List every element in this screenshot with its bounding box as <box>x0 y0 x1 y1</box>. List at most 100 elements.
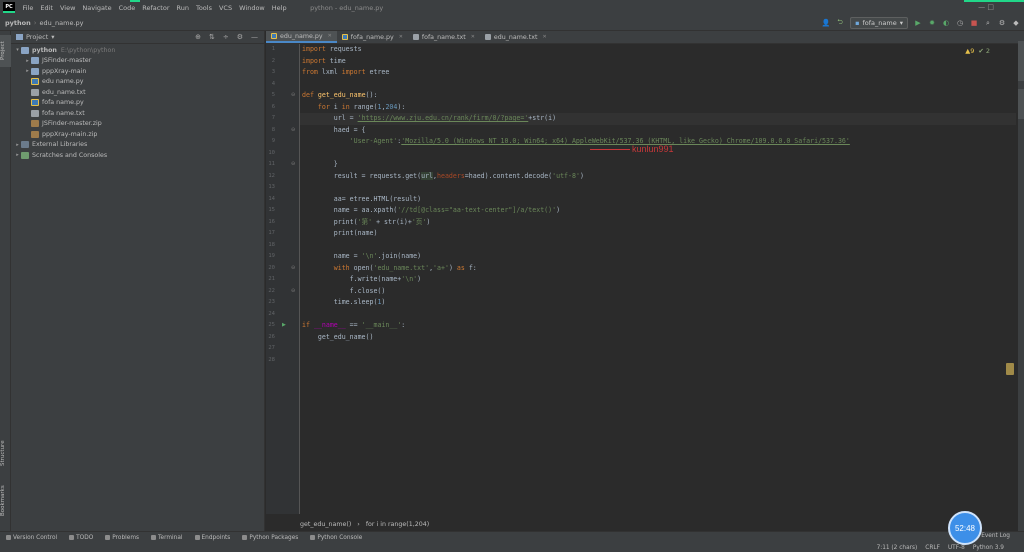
chevron-down-icon[interactable]: ▾ <box>51 33 54 41</box>
line-separator[interactable]: CRLF <box>925 545 940 551</box>
menu-refactor[interactable]: Refactor <box>139 4 173 12</box>
breadcrumb-loop[interactable]: for i in range(1,204) <box>366 521 429 528</box>
python-interpreter[interactable]: Python 3.9 <box>973 545 1004 551</box>
nav-file[interactable]: edu_name.py <box>40 19 84 27</box>
run-icon[interactable]: ▶ <box>914 19 922 27</box>
fold-icon[interactable]: ⊖ <box>291 92 295 98</box>
back-arrow-icon[interactable]: ⮌ <box>836 18 844 27</box>
code-line[interactable]: import time <box>302 56 346 68</box>
search-icon[interactable]: ⌕ <box>984 19 992 27</box>
tool-window-terminal[interactable]: Terminal <box>151 535 183 541</box>
expand-arrow-icon[interactable]: ▸ <box>14 152 21 158</box>
coverage-icon[interactable]: ◐ <box>942 19 950 27</box>
menu-file[interactable]: File <box>19 4 37 12</box>
code-line[interactable]: f.write(name+'\n') <box>302 274 422 286</box>
tree-item[interactable]: edu name.py <box>11 77 264 88</box>
minimize-icon[interactable]: — <box>251 33 258 41</box>
code-line[interactable]: name = aa.xpath('//td[@class="aa-text-ce… <box>302 205 560 217</box>
code-line[interactable]: } <box>302 159 338 171</box>
editor-tab[interactable]: edu_name.txt ✕ <box>480 31 552 43</box>
stop-icon[interactable]: ■ <box>970 19 978 27</box>
tool-window-version-control[interactable]: Version Control <box>6 535 57 541</box>
settings-icon[interactable]: ⚙ <box>998 19 1006 27</box>
code-line[interactable]: get_edu_name() <box>302 332 374 344</box>
code-line[interactable]: f.close() <box>302 286 386 298</box>
project-tool-tab[interactable]: Project <box>0 35 11 67</box>
collapse-all-icon[interactable]: ⇅ <box>209 33 215 41</box>
run-gutter-icon[interactable]: ▶ <box>282 322 286 328</box>
code-line[interactable]: print('第' + str(i)+'页') <box>302 217 431 229</box>
cursor-position[interactable]: 7:11 (2 chars) <box>877 545 918 551</box>
code-line[interactable]: def get_edu_name(): <box>302 90 377 102</box>
tree-item[interactable]: edu_name.txt <box>11 87 264 98</box>
code-line[interactable]: aa= etree.HTML(result) <box>302 194 421 206</box>
menu-code[interactable]: Code <box>115 4 139 12</box>
close-icon[interactable]: ✕ <box>542 34 546 40</box>
ok-count[interactable]: ✔ 2 <box>978 47 990 55</box>
tree-item[interactable]: ▾ python E:\python\python <box>11 45 264 56</box>
debug-icon[interactable]: ✹ <box>928 19 936 27</box>
tree-item[interactable]: ▸ JSFinder-master <box>11 56 264 67</box>
database-tool-tab[interactable] <box>1018 89 1024 119</box>
fold-icon[interactable]: ⊖ <box>291 288 295 294</box>
code-line[interactable]: result = requests.get(url,headers=haed).… <box>302 171 584 183</box>
warning-count[interactable]: ▲9 <box>965 47 974 55</box>
expand-arrow-icon[interactable]: ▸ <box>24 68 31 74</box>
tree-item[interactable]: JSFinder-master.zip <box>11 119 264 130</box>
code-line[interactable]: 'User-Agent':'Mozilla/5.0 (Windows NT 10… <box>302 136 850 148</box>
menu-tools[interactable]: Tools <box>192 4 215 12</box>
tool-window-python-packages[interactable]: Python Packages <box>242 535 298 541</box>
fold-icon[interactable]: ⊖ <box>291 161 295 167</box>
structure-tool-tab[interactable]: Structure <box>0 435 11 471</box>
code-line[interactable]: from lxml import etree <box>302 67 389 79</box>
tree-item[interactable]: ▸ External Libraries <box>11 140 264 151</box>
breadcrumb-function[interactable]: get_edu_name() <box>300 521 351 528</box>
code-line[interactable]: with open('edu_name.txt','a+') as f: <box>302 263 477 275</box>
code-line[interactable]: import requests <box>302 44 362 56</box>
user-icon[interactable]: 👤 <box>822 19 831 27</box>
inspection-widget[interactable]: ▲9 ✔ 2 <box>965 47 990 55</box>
expand-arrow-icon[interactable]: ▸ <box>24 58 31 64</box>
nav-project[interactable]: python <box>0 19 31 27</box>
locate-icon[interactable]: ⊕ <box>195 33 201 41</box>
notifications-tool-tab[interactable] <box>1018 41 1024 81</box>
tree-item[interactable]: fofa name.txt <box>11 108 264 119</box>
run-config-select[interactable]: ▪ fofa_name ▾ <box>850 17 908 29</box>
jetbrains-icon[interactable]: ◆ <box>1012 19 1020 27</box>
tree-item[interactable]: pppXray-main.zip <box>11 129 264 140</box>
close-icon[interactable]: ✕ <box>471 34 475 40</box>
tree-item[interactable]: ▸ Scratches and Consoles <box>11 150 264 161</box>
menu-edit[interactable]: Edit <box>37 4 57 12</box>
code-line[interactable]: haed = { <box>302 125 366 137</box>
gear-icon[interactable]: ⚙ <box>237 33 243 41</box>
tool-window-todo[interactable]: TODO <box>69 535 93 541</box>
code-line[interactable]: if __name__ == '__main__': <box>302 320 405 332</box>
menu-vcs[interactable]: VCS <box>215 4 235 12</box>
editor-tab[interactable]: edu_name.py ✕ <box>266 31 337 43</box>
menu-view[interactable]: View <box>56 4 78 12</box>
editor-tab[interactable]: fofa_name.py ✕ <box>337 31 408 43</box>
tree-item[interactable]: ▸ pppXray-main <box>11 66 264 77</box>
fold-icon[interactable]: ⊖ <box>291 265 295 271</box>
project-panel-title[interactable]: Project <box>26 33 48 41</box>
expand-arrow-icon[interactable]: ▸ <box>14 142 21 148</box>
code-content[interactable]: import requests import time from lxml impo… <box>300 44 1016 514</box>
menu-navigate[interactable]: Navigate <box>79 4 115 12</box>
expand-icon[interactable]: ÷ <box>223 33 229 41</box>
menu-window[interactable]: Window <box>236 4 269 12</box>
tool-window-python-console[interactable]: Python Console <box>310 535 362 541</box>
close-icon[interactable]: ✕ <box>399 34 403 40</box>
tool-window-endpoints[interactable]: Endpoints <box>194 535 230 541</box>
expand-arrow-icon[interactable]: ▾ <box>14 47 21 53</box>
event-log-button[interactable]: Event Log <box>981 533 1010 539</box>
menu-help[interactable]: Help <box>268 4 290 12</box>
menu-run[interactable]: Run <box>173 4 192 12</box>
code-line[interactable]: for i in range(1,204): <box>302 102 405 114</box>
code-line[interactable]: time.sleep(1) <box>302 297 386 309</box>
profile-icon[interactable]: ◷ <box>956 19 964 27</box>
close-icon[interactable]: ✕ <box>328 33 332 39</box>
fold-icon[interactable]: ⊖ <box>291 127 295 133</box>
bookmarks-tool-tab[interactable]: Bookmarks <box>0 483 11 519</box>
file-encoding[interactable]: UTF-8 <box>948 545 965 551</box>
editor-tab[interactable]: fofa_name.txt ✕ <box>408 31 480 43</box>
